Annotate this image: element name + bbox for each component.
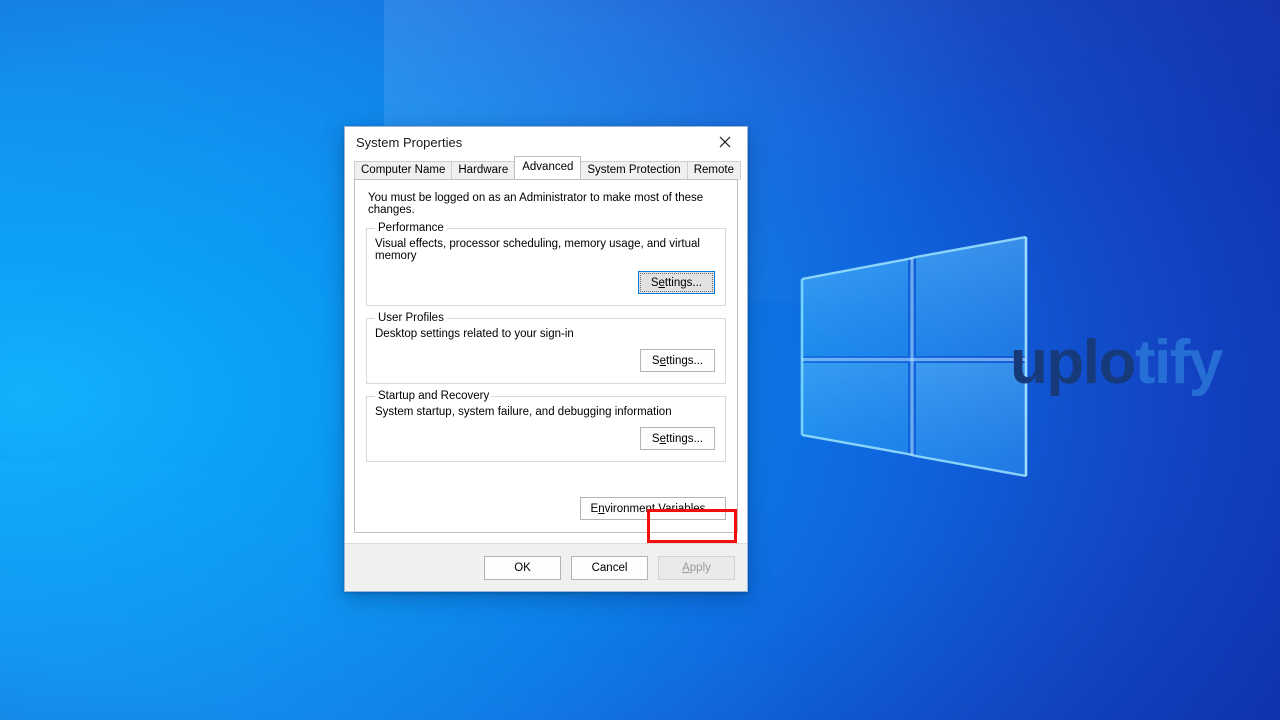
ok-button[interactable]: OK [484,555,561,580]
user-profiles-group: User Profiles Desktop settings related t… [366,312,726,384]
performance-button-row: Settings... [367,262,725,305]
dialog-footer: OK Cancel Apply [345,543,747,591]
user-profiles-description: Desktop settings related to your sign-in [375,328,574,340]
dialog-titlebar: System Properties [345,127,747,157]
desktop-background: uplotify System Properties Computer Name… [0,0,1280,720]
startup-and-recovery-settings-button[interactable]: Settings... [640,427,715,450]
administrator-note: You must be logged on as an Administrato… [368,192,704,216]
tab-advanced[interactable]: Advanced [514,156,582,179]
tab-system-protection[interactable]: System Protection [580,161,688,180]
windows-logo [788,232,1032,480]
user-profiles-settings-button[interactable]: Settings... [640,349,715,372]
tab-computer-name[interactable]: Computer Name [354,161,453,180]
startup-and-recovery-group: Startup and Recovery System startup, sys… [366,390,726,462]
tab-remote[interactable]: Remote [686,161,741,180]
performance-group: Performance Visual effects, processor sc… [366,222,726,306]
environment-variables-row: Environment Variables... [579,497,726,520]
close-icon[interactable] [702,127,747,156]
performance-group-label: Performance [375,222,447,234]
apply-button: Apply [658,555,735,580]
watermark-secondary-text: tify [1134,328,1224,397]
startup-and-recovery-button-row: Settings... [367,418,725,461]
user-profiles-button-row: Settings... [367,340,725,383]
user-profiles-group-label: User Profiles [375,312,447,324]
tab-strip: Computer Name Hardware Advanced System P… [354,156,741,180]
advanced-tab-panel: You must be logged on as an Administrato… [354,179,738,543]
watermark-primary-text: uplo [1010,328,1136,397]
performance-settings-button[interactable]: Settings... [639,273,713,292]
performance-settings-focus-ring: Settings... [637,271,715,294]
watermark-uplotify: uplotify [1010,332,1223,394]
startup-and-recovery-group-label: Startup and Recovery [375,390,493,402]
performance-description: Visual effects, processor scheduling, me… [375,238,700,262]
tab-hardware[interactable]: Hardware [451,161,516,180]
environment-variables-button[interactable]: Environment Variables... [579,497,726,520]
dialog-title: System Properties [356,134,463,150]
cancel-button[interactable]: Cancel [571,555,648,580]
system-properties-dialog: System Properties Computer Name Hardware… [344,126,748,592]
startup-and-recovery-description: System startup, system failure, and debu… [375,406,672,418]
